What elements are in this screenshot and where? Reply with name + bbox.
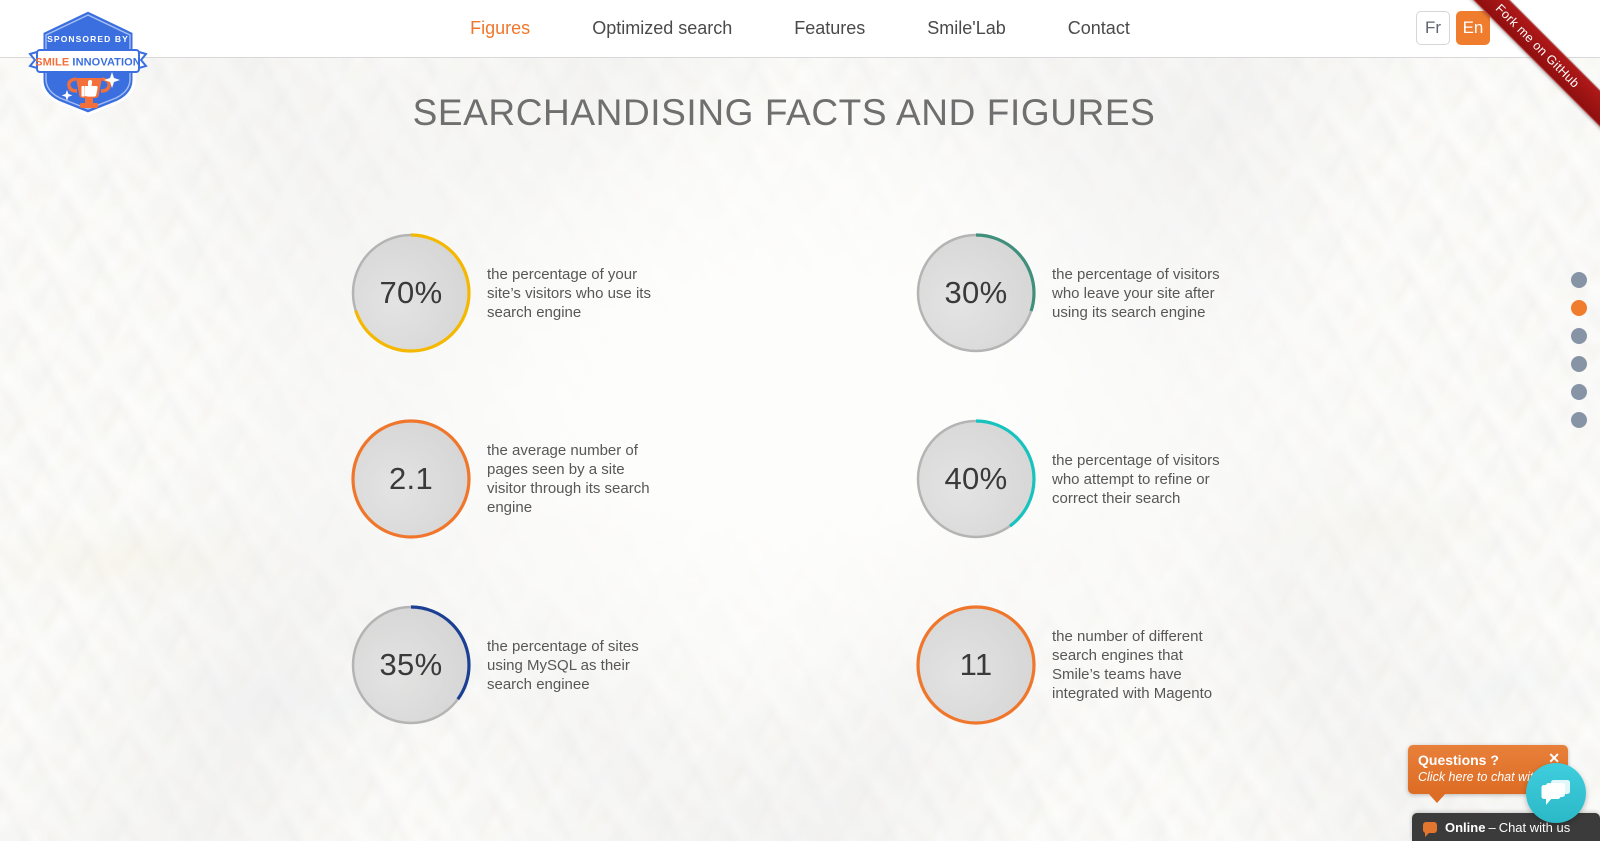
figure-value: 40% [944,461,1008,496]
page-title: SEARCHANDISING FACTS AND FIGURES [412,92,1156,133]
progress-ring-40: 40% [915,418,1037,540]
nav-item-smile-lab[interactable]: Smile'Lab [896,0,1036,57]
language-switcher: Fr En [1416,11,1490,45]
main-navigation: Figures Optimized search Features Smile'… [0,0,1600,57]
chat-status-dash: – [1488,819,1496,835]
figures-grid: 70% the percentage of your site’s visito… [350,200,1250,758]
figure-description: the percentage of visitors who attempt t… [1052,451,1220,507]
figure-card-2-1: 2.1 the average number of pages seen by … [350,386,915,572]
language-button-en[interactable]: En [1456,11,1490,45]
progress-ring-30: 30% [915,232,1037,354]
figure-card-40: 40% the percentage of visitors who attem… [915,386,1250,572]
nav-item-features[interactable]: Features [763,0,896,57]
chat-tooltip-title: Questions ? [1418,752,1499,768]
dot-nav-item-1[interactable] [1571,272,1587,288]
page-root: Figures Optimized search Features Smile'… [0,0,1600,841]
section-dot-navigation [1571,272,1587,428]
dot-nav-item-6[interactable] [1571,412,1587,428]
sponsor-badge-graphic: SPONSORED BY SMILE INNOVATION [28,8,148,116]
figure-card-30: 30% the percentage of visitors who leave… [915,200,1250,386]
chat-status-online: Online [1445,819,1486,835]
top-navbar: Figures Optimized search Features Smile'… [0,0,1600,58]
progress-ring-2-1: 2.1 [350,418,472,540]
dot-nav-item-4[interactable] [1571,356,1587,372]
figure-card-70: 70% the percentage of your site’s visito… [350,200,915,386]
nav-item-figures[interactable]: Figures [439,0,561,57]
progress-ring-11: 11 [915,604,1037,726]
nav-item-contact[interactable]: Contact [1037,0,1161,57]
chat-fab-button[interactable] [1526,763,1586,823]
figures-row-3: 35% the percentage of sites using MySQL … [350,572,1250,758]
figure-value: 2.1 [389,461,433,496]
figure-value: 70% [379,275,443,310]
dot-nav-item-5[interactable] [1571,384,1587,400]
figure-description: the percentage of sites using MySQL as t… [487,637,639,693]
language-button-fr[interactable]: Fr [1416,11,1450,45]
progress-ring-70: 70% [350,232,472,354]
speech-bubble-icon [1423,821,1437,837]
dot-nav-item-3[interactable] [1571,328,1587,344]
figure-value: 11 [959,647,993,682]
nav-item-optimized-search[interactable]: Optimized search [561,0,763,57]
sponsor-badge[interactable]: SPONSORED BY SMILE INNOVATION [26,6,150,118]
figure-value: 30% [944,275,1008,310]
chat-bubbles-icon [1541,780,1570,805]
sponsor-badge-brand: SMILE INNOVATION [35,57,141,69]
dot-nav-item-2[interactable] [1571,300,1587,316]
figure-description: the percentage of visitors who leave you… [1052,265,1220,321]
figure-card-35: 35% the percentage of sites using MySQL … [350,572,915,758]
chat-widget: Questions ? Click here to chat with us ✕… [1400,735,1600,841]
figure-description: the average number of pages seen by a si… [487,442,650,516]
figures-row-1: 70% the percentage of your site’s visito… [350,200,1250,386]
sponsor-badge-top-text: SPONSORED BY [47,34,129,44]
figure-description: the percentage of your site’s visitors w… [487,265,651,321]
figures-row-2: 2.1 the average number of pages seen by … [350,386,1250,572]
figure-card-11: 11 the number of different search engine… [915,572,1250,758]
progress-ring-35: 35% [350,604,472,726]
figure-value: 35% [379,647,443,682]
figure-description: the number of different search engines t… [1052,628,1213,702]
